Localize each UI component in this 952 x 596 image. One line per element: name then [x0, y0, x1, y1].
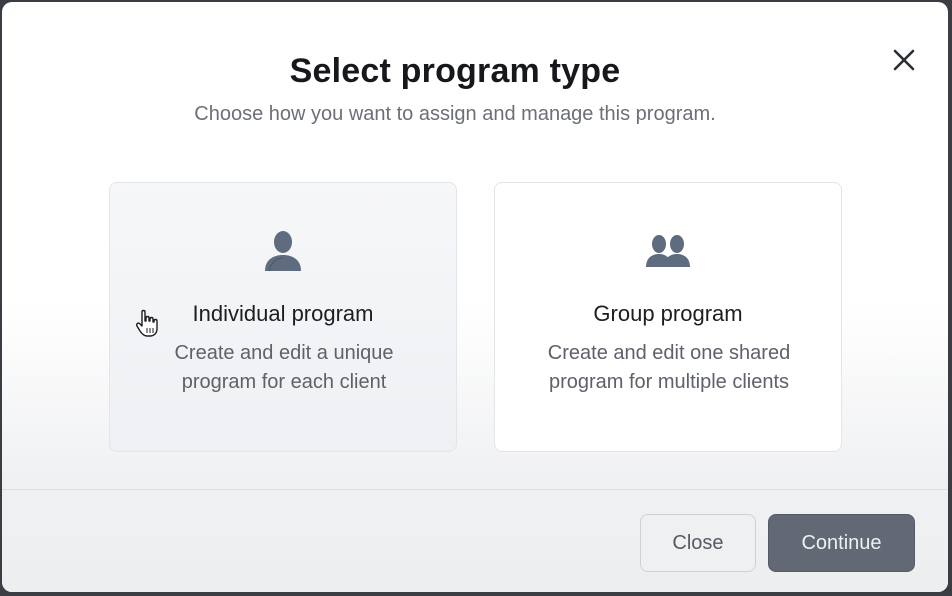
group-program-option[interactable]: Group program Create and edit one shared… [494, 182, 842, 452]
dialog-title: Select program type [289, 52, 621, 90]
program-type-dialog: Select program type Choose how you want … [2, 2, 948, 592]
close-button[interactable]: Close [640, 514, 756, 572]
group-program-description: Create and edit one shared program for m… [547, 342, 791, 393]
person-icon [110, 227, 456, 275]
footer-divider [2, 489, 948, 490]
individual-program-title: Individual program [192, 301, 374, 326]
group-program-title: Group program [593, 301, 743, 326]
group-icon [495, 227, 841, 275]
hand-cursor-icon [136, 308, 160, 338]
dialog-subtitle: Choose how you want to assign and manage… [194, 103, 716, 125]
continue-button[interactable]: Continue [768, 514, 915, 572]
individual-program-description: Create and edit a unique program for eac… [174, 342, 394, 393]
individual-program-option[interactable]: Individual program Create and edit a uni… [109, 182, 457, 452]
